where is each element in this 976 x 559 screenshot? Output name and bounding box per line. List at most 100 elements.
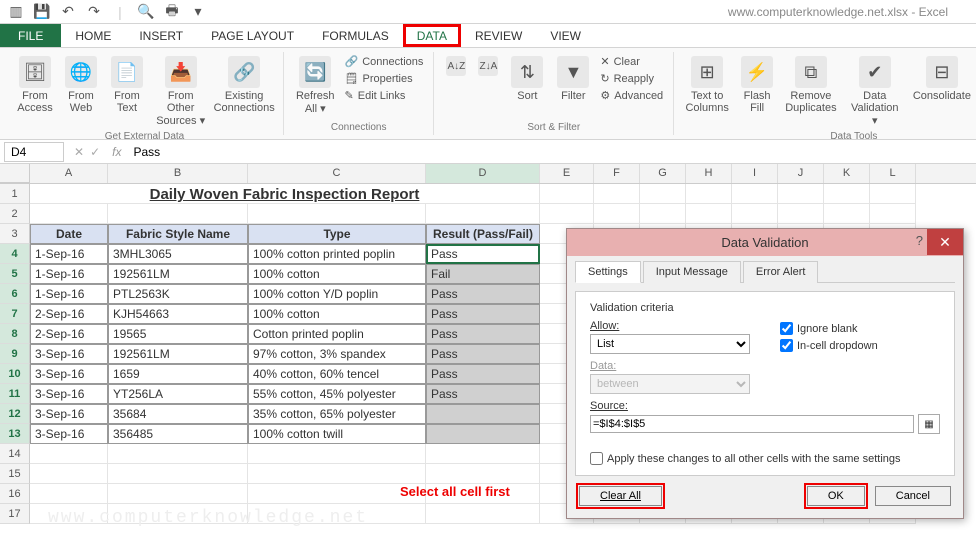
cell[interactable] — [108, 484, 248, 504]
cell-result[interactable]: Pass — [426, 284, 540, 304]
cell-result[interactable]: Pass — [426, 364, 540, 384]
dialog-tab-input-message[interactable]: Input Message — [643, 261, 741, 283]
dialog-close-button[interactable]: ✕ — [927, 229, 963, 255]
cell-result[interactable]: Pass — [426, 384, 540, 404]
column-header-I[interactable]: I — [732, 164, 778, 183]
cell-date[interactable]: 3-Sep-16 — [30, 384, 108, 404]
cell[interactable] — [824, 204, 870, 224]
cell-result[interactable]: Pass — [426, 244, 540, 264]
cell[interactable] — [640, 184, 686, 204]
advanced-button[interactable]: ⚙Advanced — [598, 88, 665, 103]
cell[interactable] — [870, 184, 916, 204]
column-header-K[interactable]: K — [824, 164, 870, 183]
cell[interactable] — [778, 184, 824, 204]
tab-file[interactable]: FILE — [0, 24, 61, 47]
cell[interactable] — [426, 504, 540, 524]
cell[interactable] — [594, 204, 640, 224]
sort-za-button[interactable]: Z↓A — [474, 54, 502, 78]
print-preview-icon[interactable]: 🔍 — [138, 4, 154, 20]
cell[interactable] — [824, 184, 870, 204]
cell-date[interactable]: 3-Sep-16 — [30, 364, 108, 384]
column-header-H[interactable]: H — [686, 164, 732, 183]
cancel-button[interactable]: Cancel — [875, 486, 951, 506]
qat-more-icon[interactable]: ▾ — [190, 4, 206, 20]
tab-home[interactable]: HOME — [61, 24, 125, 47]
header-date[interactable]: Date — [30, 224, 108, 244]
column-header-C[interactable]: C — [248, 164, 426, 183]
header-style[interactable]: Fabric Style Name — [108, 224, 248, 244]
cell[interactable] — [108, 464, 248, 484]
column-header-B[interactable]: B — [108, 164, 248, 183]
cell-result[interactable]: Pass — [426, 324, 540, 344]
column-header-L[interactable]: L — [870, 164, 916, 183]
cell-date[interactable]: 1-Sep-16 — [30, 244, 108, 264]
cell[interactable] — [732, 204, 778, 224]
cell-result[interactable] — [426, 424, 540, 444]
cell-style[interactable]: 3MHL3065 — [108, 244, 248, 264]
cell-style[interactable]: YT256LA — [108, 384, 248, 404]
cell[interactable] — [248, 444, 426, 464]
tab-insert[interactable]: INSERT — [125, 24, 197, 47]
cell-type[interactable]: 35% cotton, 65% polyester — [248, 404, 426, 424]
print-icon[interactable]: 🖶 — [164, 4, 180, 20]
cell-type[interactable]: 100% cotton printed poplin — [248, 244, 426, 264]
reapply-button[interactable]: ↻Reapply — [598, 71, 665, 86]
cell[interactable] — [686, 204, 732, 224]
cell-type[interactable]: 55% cotton, 45% polyester — [248, 384, 426, 404]
text-to-columns-button[interactable]: ⊞Text to Columns — [682, 54, 732, 116]
row-header-3[interactable]: 3 — [0, 224, 30, 244]
connections-button[interactable]: 🔗Connections — [343, 54, 426, 69]
cell[interactable] — [686, 184, 732, 204]
cell[interactable] — [778, 204, 824, 224]
column-header-A[interactable]: A — [30, 164, 108, 183]
cell-date[interactable]: 3-Sep-16 — [30, 344, 108, 364]
row-header-13[interactable]: 13 — [0, 424, 30, 444]
from-access-button[interactable]: 🗄From Access — [14, 54, 56, 116]
cell-style[interactable]: 19565 — [108, 324, 248, 344]
cell-style[interactable]: 356485 — [108, 424, 248, 444]
cancel-formula-icon[interactable]: ✕ — [74, 145, 84, 159]
ignore-blank-checkbox[interactable]: Ignore blank — [780, 322, 878, 335]
cell[interactable] — [30, 204, 108, 224]
cell[interactable] — [30, 484, 108, 504]
cell[interactable] — [426, 444, 540, 464]
cell[interactable] — [30, 444, 108, 464]
formula-input[interactable] — [127, 143, 976, 161]
tab-data[interactable]: DATA — [403, 24, 461, 47]
cell-type[interactable]: 97% cotton, 3% spandex — [248, 344, 426, 364]
cell[interactable] — [426, 464, 540, 484]
row-header-14[interactable]: 14 — [0, 444, 30, 464]
cell-date[interactable]: 3-Sep-16 — [30, 424, 108, 444]
enter-formula-icon[interactable]: ✓ — [90, 145, 100, 159]
cell[interactable] — [594, 184, 640, 204]
row-header-12[interactable]: 12 — [0, 404, 30, 424]
column-header-J[interactable]: J — [778, 164, 824, 183]
incell-dropdown-checkbox[interactable]: In-cell dropdown — [780, 339, 878, 352]
dialog-help-icon[interactable]: ? — [916, 233, 923, 248]
remove-duplicates-button[interactable]: ⧉Remove Duplicates — [782, 54, 840, 116]
cell-type[interactable]: 100% cotton twill — [248, 424, 426, 444]
cell[interactable] — [540, 184, 594, 204]
row-header-5[interactable]: 5 — [0, 264, 30, 284]
row-header-16[interactable]: 16 — [0, 484, 30, 504]
cell-date[interactable]: 1-Sep-16 — [30, 264, 108, 284]
allow-select[interactable]: List — [590, 334, 750, 354]
row-header-10[interactable]: 10 — [0, 364, 30, 384]
tab-pagelayout[interactable]: PAGE LAYOUT — [197, 24, 308, 47]
row-header-6[interactable]: 6 — [0, 284, 30, 304]
column-header-G[interactable]: G — [640, 164, 686, 183]
consolidate-button[interactable]: ⊟Consolidate — [910, 54, 974, 104]
existing-conn-button[interactable]: 🔗Existing Connections — [213, 54, 275, 116]
source-input[interactable] — [590, 415, 914, 433]
header-result[interactable]: Result (Pass/Fail) — [426, 224, 540, 244]
from-text-button[interactable]: 📄From Text — [106, 54, 148, 116]
range-picker-button[interactable]: ▦ — [918, 414, 940, 434]
cell-style[interactable]: 1659 — [108, 364, 248, 384]
header-type[interactable]: Type — [248, 224, 426, 244]
sort-button[interactable]: ⇅Sort — [506, 54, 548, 104]
cell-style[interactable]: 192561LM — [108, 264, 248, 284]
cell[interactable] — [732, 184, 778, 204]
row-header-9[interactable]: 9 — [0, 344, 30, 364]
cell[interactable] — [248, 464, 426, 484]
cell-result[interactable]: Pass — [426, 304, 540, 324]
